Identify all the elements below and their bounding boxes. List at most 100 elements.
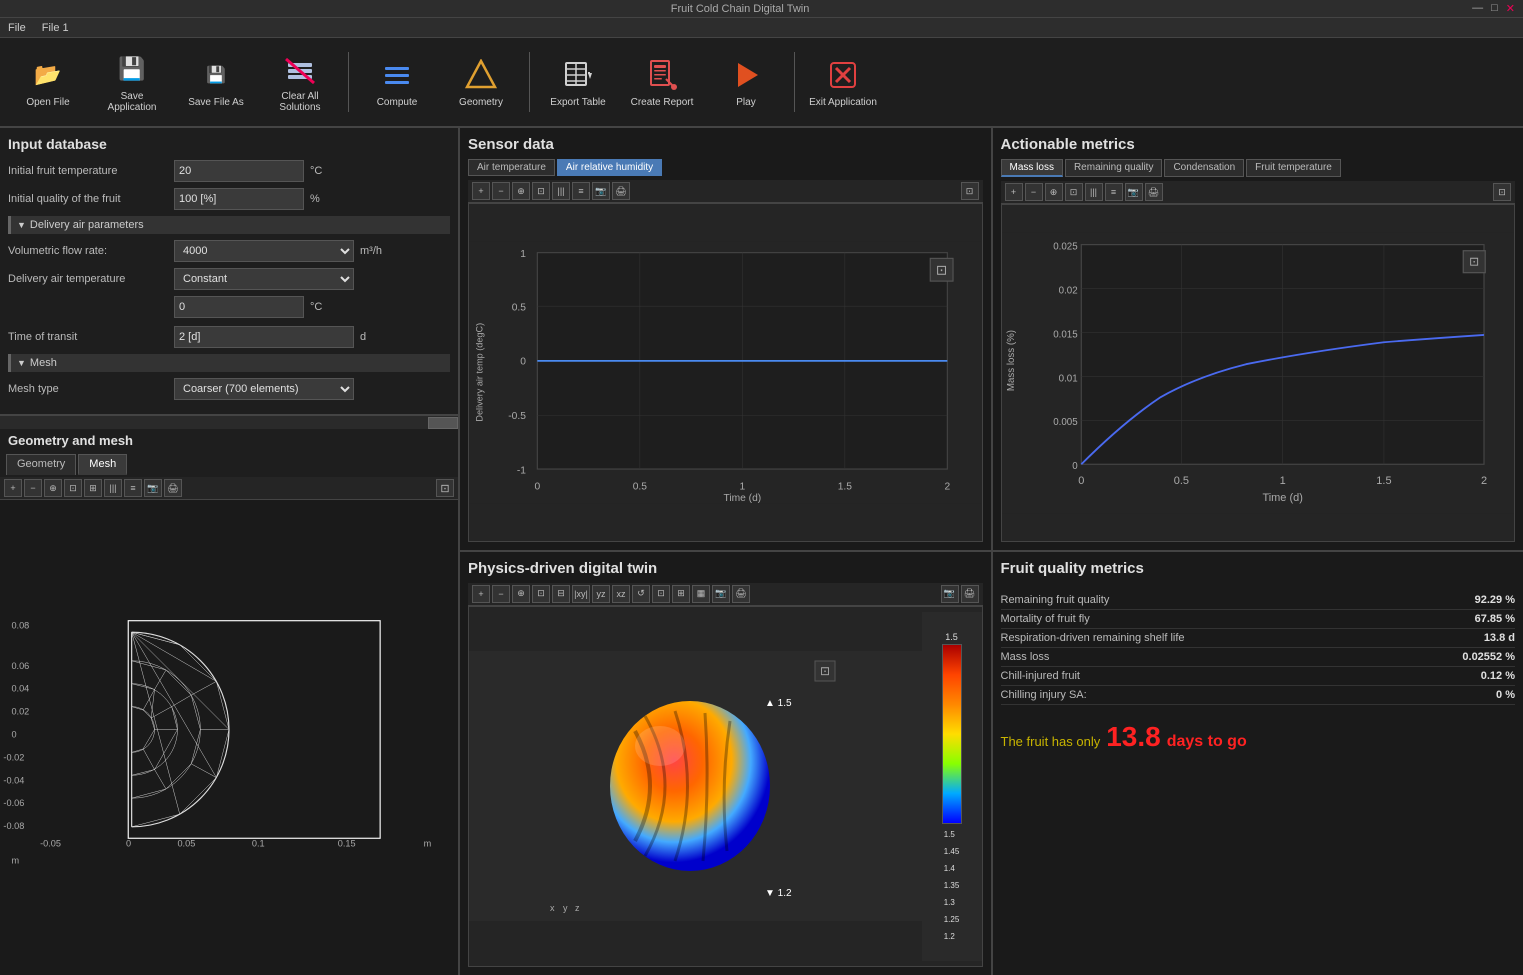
- mesh-type-select[interactable]: Coarser (700 elements) Fine Finer: [174, 378, 354, 400]
- colorbar-values: 1.5 1.45 1.4 1.35 1.3 1.25 1.2: [944, 830, 960, 941]
- geo-fit[interactable]: ⊡: [64, 479, 82, 497]
- menu-file1[interactable]: File 1: [42, 22, 69, 34]
- menu-file[interactable]: File: [8, 22, 26, 34]
- twin-view2[interactable]: |xy|: [572, 585, 590, 603]
- delivery-air-temp-value-input[interactable]: [174, 296, 304, 318]
- sensor-labels[interactable]: ≡: [572, 182, 590, 200]
- transit-row: Time of transit d: [8, 326, 450, 348]
- digital-twin-panel: Physics-driven digital twin + − ⊕ ⊡ ⊟ |x…: [460, 552, 993, 975]
- metrics-tab-fruittemp[interactable]: Fruit temperature: [1246, 159, 1341, 177]
- sensor-data-panel: Sensor data Air temperature Air relative…: [460, 128, 993, 550]
- twin-surface[interactable]: ▦: [692, 585, 710, 603]
- save-application-button[interactable]: 💾 Save Application: [92, 42, 172, 122]
- geo-camera[interactable]: 📷: [144, 479, 162, 497]
- twin-zoom-out[interactable]: −: [492, 585, 510, 603]
- metric-csa-label: Chilling injury SA:: [1001, 689, 1087, 701]
- svg-text:▼ 1.2: ▼ 1.2: [765, 888, 792, 899]
- initial-quality-input[interactable]: [174, 188, 304, 210]
- sensor-pan[interactable]: ⊕: [512, 182, 530, 200]
- clear-solutions-icon: [282, 51, 318, 87]
- initial-fruit-temp-input[interactable]: [174, 160, 304, 182]
- exit-application-button[interactable]: Exit Application: [803, 42, 883, 122]
- twin-view3[interactable]: yz: [592, 585, 610, 603]
- actionable-chart-svg: 0.025 0.02 0.015 0.01 0.005 0 0 0.5 1 1.…: [1002, 205, 1515, 541]
- svg-text:0.5: 0.5: [633, 482, 648, 493]
- twin-rotate[interactable]: ↺: [632, 585, 650, 603]
- colorbar: 1.5 1.5 1.45 1.4 1.35 1.3 1.25 1.2: [922, 612, 982, 961]
- actionable-pan[interactable]: ⊕: [1045, 183, 1063, 201]
- right-panels: Sensor data Air temperature Air relative…: [460, 128, 1523, 975]
- sensor-plot-toolbar: + − ⊕ ⊡ ||| ≡ 📷 🖨 ⊡: [468, 180, 983, 203]
- geo-axes[interactable]: ⊞: [84, 479, 102, 497]
- volumetric-flow-select[interactable]: 4000 2000 6000: [174, 240, 354, 262]
- actionable-camera[interactable]: 📷: [1125, 183, 1143, 201]
- twin-camera[interactable]: 📷: [712, 585, 730, 603]
- metrics-tab-quality[interactable]: Remaining quality: [1065, 159, 1163, 177]
- twin-pan[interactable]: ⊕: [512, 585, 530, 603]
- sensor-grid[interactable]: |||: [552, 182, 570, 200]
- scroll-thumb[interactable]: [428, 417, 458, 429]
- geo-zoom-out[interactable]: −: [24, 479, 42, 497]
- open-file-button[interactable]: 📂 Open File: [8, 42, 88, 122]
- metrics-tab-massloss[interactable]: Mass loss: [1001, 159, 1063, 177]
- toolbar-sep1: [348, 52, 349, 112]
- open-file-icon: 📂: [30, 57, 66, 93]
- left-panel-scrollbar[interactable]: [0, 415, 458, 429]
- input-db-title: Input database: [8, 136, 450, 152]
- sensor-axes[interactable]: ⊡: [532, 182, 550, 200]
- twin-print2[interactable]: 🖨: [961, 585, 979, 603]
- export-table-button[interactable]: Export Table: [538, 42, 618, 122]
- metric-chilling-sa: Chilling injury SA: 0 %: [1001, 686, 1516, 705]
- create-report-button[interactable]: Create Report: [622, 42, 702, 122]
- sensor-print[interactable]: 🖨: [612, 182, 630, 200]
- actionable-zoom-in[interactable]: +: [1005, 183, 1023, 201]
- svg-text:-0.05: -0.05: [40, 838, 61, 848]
- svg-text:m: m: [11, 855, 19, 865]
- svg-text:0.01: 0.01: [1058, 373, 1077, 384]
- delivery-air-temp-row: Delivery air temperature Constant Variab…: [8, 268, 450, 290]
- sensor-tab-air-temp[interactable]: Air temperature: [468, 159, 555, 176]
- twin-zoom-in[interactable]: +: [472, 585, 490, 603]
- geo-zoom-in[interactable]: +: [4, 479, 22, 497]
- twin-camera2[interactable]: 📷: [941, 585, 959, 603]
- clear-solutions-button[interactable]: Clear All Solutions: [260, 42, 340, 122]
- tab-mesh[interactable]: Mesh: [78, 454, 127, 475]
- save-file-as-button[interactable]: 💾 Save File As: [176, 42, 256, 122]
- sensor-zoom-in[interactable]: +: [472, 182, 490, 200]
- actionable-zoom-out[interactable]: −: [1025, 183, 1043, 201]
- actionable-print[interactable]: 🖨: [1145, 183, 1163, 201]
- svg-text:1: 1: [1279, 475, 1285, 487]
- sensor-camera[interactable]: 📷: [592, 182, 610, 200]
- actionable-expand[interactable]: ⊡: [1493, 183, 1511, 201]
- geo-expand[interactable]: ⊡: [436, 479, 454, 497]
- geo-print[interactable]: 🖨: [164, 479, 182, 497]
- actionable-labels[interactable]: ≡: [1105, 183, 1123, 201]
- geo-pan[interactable]: ⊕: [44, 479, 62, 497]
- twin-view1[interactable]: ⊟: [552, 585, 570, 603]
- svg-text:0: 0: [520, 356, 526, 367]
- twin-view4[interactable]: xz: [612, 585, 630, 603]
- delivery-air-temp-select[interactable]: Constant Variable: [174, 268, 354, 290]
- sensor-zoom-out[interactable]: −: [492, 182, 510, 200]
- twin-wireframe[interactable]: ⊞: [672, 585, 690, 603]
- compute-button[interactable]: Compute: [357, 42, 437, 122]
- fruit-quality-panel: Fruit quality metrics Remaining fruit qu…: [993, 552, 1523, 975]
- geometry-button[interactable]: Geometry: [441, 42, 521, 122]
- transit-input[interactable]: [174, 326, 354, 348]
- tab-geometry[interactable]: Geometry: [6, 454, 76, 475]
- actionable-axes[interactable]: ⊡: [1065, 183, 1083, 201]
- metrics-tab-condensation[interactable]: Condensation: [1164, 159, 1244, 177]
- play-button[interactable]: Play: [706, 42, 786, 122]
- metric-rq-value: 92.29 %: [1475, 594, 1515, 606]
- actionable-grid[interactable]: |||: [1085, 183, 1103, 201]
- twin-print[interactable]: 🖨: [732, 585, 750, 603]
- sensor-expand[interactable]: ⊡: [961, 182, 979, 200]
- geo-labels[interactable]: ≡: [124, 479, 142, 497]
- window-controls[interactable]: —□✕: [1472, 2, 1515, 15]
- twin-axes[interactable]: ⊡: [532, 585, 550, 603]
- twin-perspective[interactable]: ⊡: [652, 585, 670, 603]
- metric-mass-loss: Mass loss 0.02552 %: [1001, 648, 1516, 667]
- sensor-tab-humidity[interactable]: Air relative humidity: [557, 159, 662, 176]
- svg-text:⊡: ⊡: [1469, 254, 1479, 268]
- geo-grid[interactable]: |||: [104, 479, 122, 497]
